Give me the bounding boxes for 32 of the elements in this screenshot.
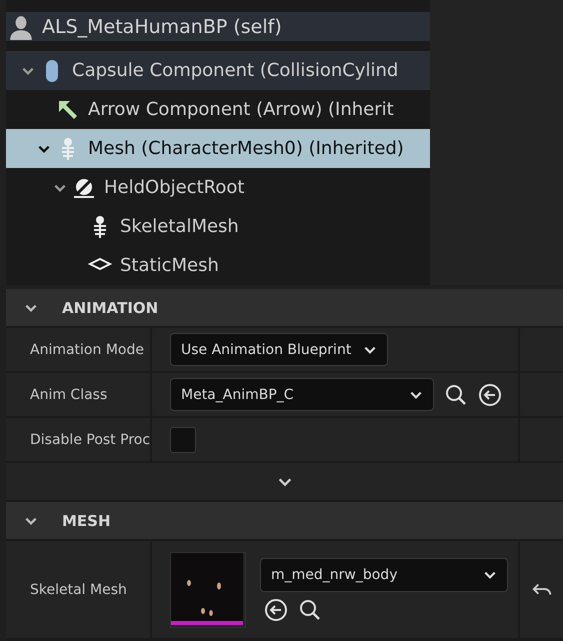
tree-item-label: SkeletalMesh xyxy=(120,216,239,237)
checkbox[interactable] xyxy=(170,426,196,452)
tree-item[interactable]: Mesh (CharacterMesh0) (Inherited) xyxy=(6,129,430,168)
tree-item[interactable]: ALS_MetaHumanBP (self) xyxy=(6,12,430,41)
tree-item-label: Arrow Component (Arrow) (Inherit xyxy=(88,99,394,120)
tree-item[interactable]: StaticMesh xyxy=(6,246,430,285)
property-label: Animation Mode xyxy=(30,342,144,358)
tree-item-label: Mesh (CharacterMesh0) (Inherited) xyxy=(88,138,404,159)
dropdown[interactable]: m_med_nrw_body xyxy=(260,558,508,592)
property-label: Disable Post Proc xyxy=(30,432,150,448)
tree-item-label: Capsule Component (CollisionCylind xyxy=(72,60,398,81)
search-icon[interactable] xyxy=(298,598,322,622)
person-icon xyxy=(8,14,34,40)
search-icon[interactable] xyxy=(444,382,468,406)
section-title: MESH xyxy=(62,512,111,530)
tree-item[interactable]: Arrow Component (Arrow) (Inherit xyxy=(6,90,430,129)
tree-item-label: HeldObjectRoot xyxy=(104,177,244,198)
advanced-toggle[interactable] xyxy=(6,463,563,500)
dropdown[interactable]: Meta_AnimBP_C xyxy=(170,378,434,411)
section-header[interactable]: MESH xyxy=(6,502,563,539)
tree-item[interactable]: Capsule Component (CollisionCylind xyxy=(6,51,430,90)
tree-item-label: ALS_MetaHumanBP (self) xyxy=(42,16,282,38)
tree-item-label: StaticMesh xyxy=(120,255,219,276)
section-title: ANIMATION xyxy=(62,298,158,316)
dropdown[interactable]: Use Animation Blueprint xyxy=(170,333,388,366)
use-selected-icon[interactable] xyxy=(478,382,502,406)
property-label: Skeletal Mesh xyxy=(30,582,127,598)
section-header[interactable]: ANIMATION xyxy=(6,289,563,326)
tree-item[interactable]: SkeletalMesh xyxy=(6,207,430,246)
use-selected-icon[interactable] xyxy=(264,598,288,622)
property-label: Anim Class xyxy=(30,386,108,402)
tree-item[interactable]: HeldObjectRoot xyxy=(6,168,430,207)
